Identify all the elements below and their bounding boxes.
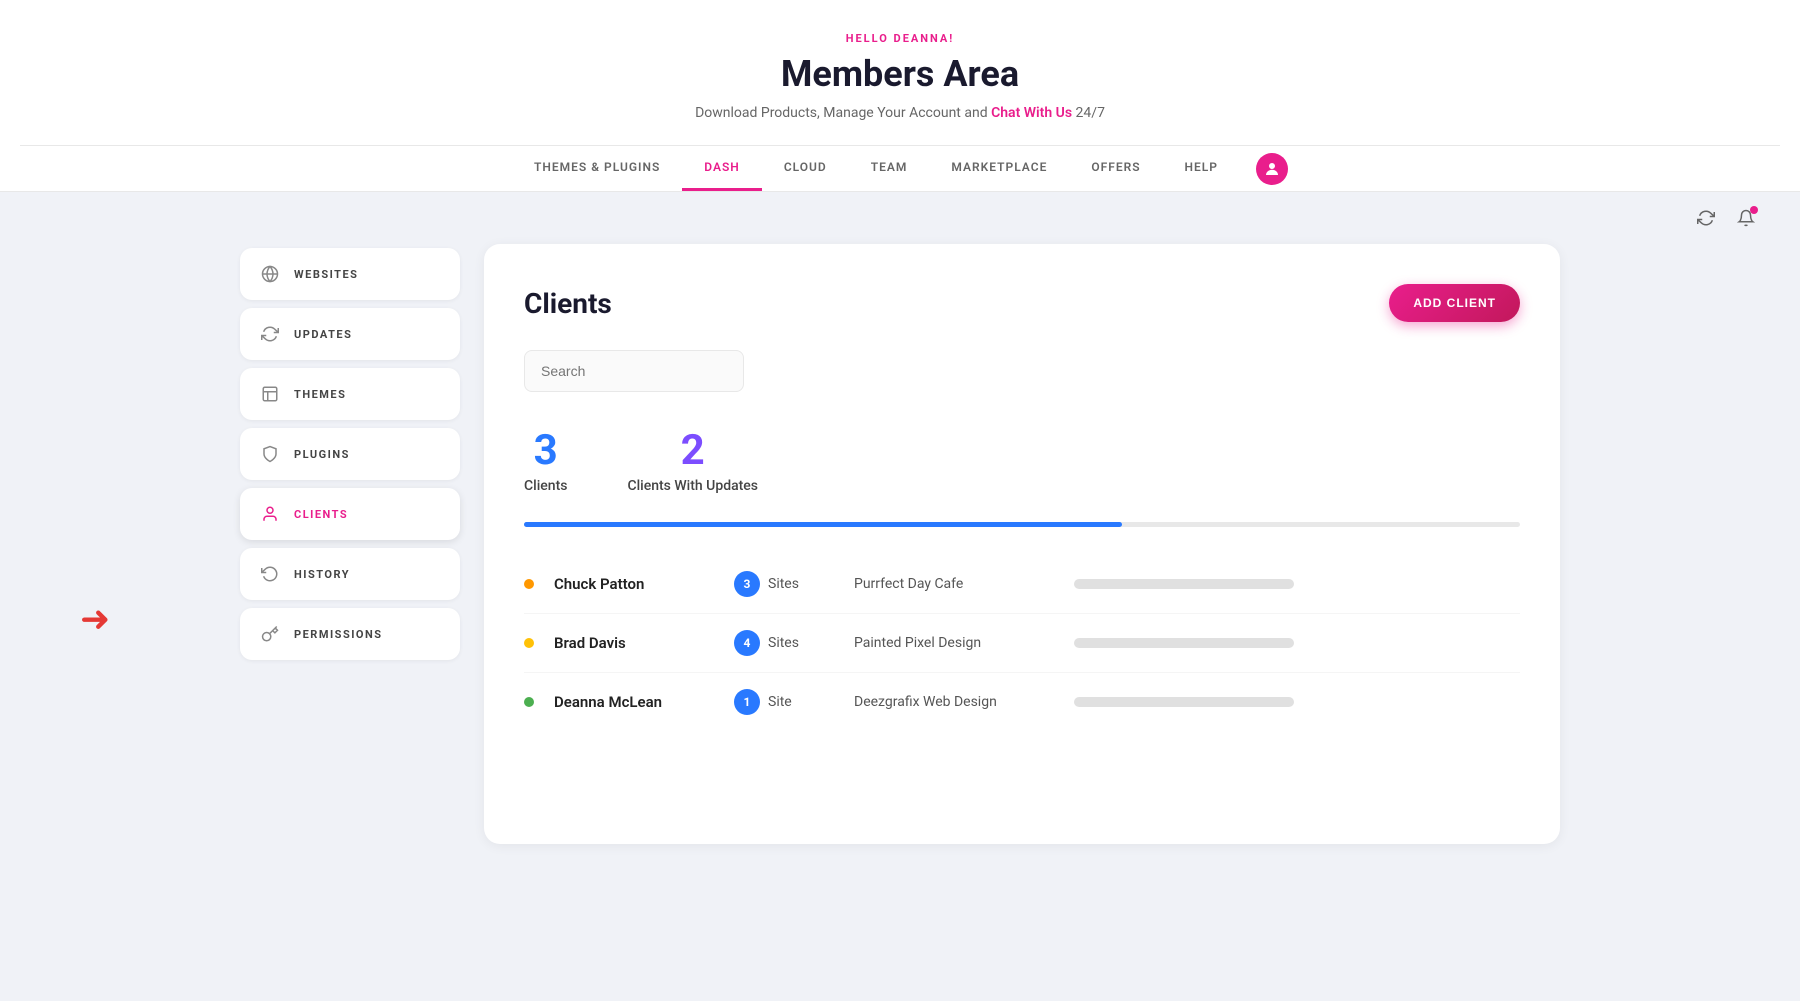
sites-badge: 3 Sites: [734, 571, 834, 597]
status-dot: [524, 579, 534, 589]
avatar[interactable]: [1256, 153, 1288, 185]
refresh-icon: [260, 324, 280, 344]
history-icon: [260, 564, 280, 584]
sidebar-item-updates[interactable]: UPDATES: [240, 308, 460, 360]
table-row[interactable]: Deanna McLean 1 Site Deezgrafix Web Desi…: [524, 673, 1520, 731]
sites-label: Sites: [768, 635, 799, 651]
user-icon: [260, 504, 280, 524]
table-row[interactable]: Chuck Patton 3 Sites Purrfect Day Cafe: [524, 555, 1520, 614]
chat-link[interactable]: Chat With Us: [991, 105, 1072, 121]
sidebar-item-clients[interactable]: CLIENTS: [240, 488, 460, 540]
clients-count: 3: [524, 428, 567, 474]
progress-bar-container: [524, 522, 1520, 527]
tab-themes-plugins[interactable]: THEMES & PLUGINS: [512, 146, 682, 191]
content-header: Clients ADD CLIENT: [524, 284, 1520, 322]
sidebar-item-label: THEMES: [294, 388, 346, 401]
layout-icon: [260, 384, 280, 404]
search-input[interactable]: [524, 350, 744, 392]
clients-label: Clients: [524, 478, 567, 494]
greeting: HELLO DEANNA!: [20, 32, 1780, 45]
client-redacted: [1074, 697, 1294, 707]
stat-clients-updates: 2 Clients With Updates: [627, 428, 758, 494]
header: HELLO DEANNA! Members Area Download Prod…: [0, 0, 1800, 192]
page-title: Members Area: [20, 53, 1780, 95]
tab-help[interactable]: HELP: [1163, 146, 1240, 191]
content-area: Clients ADD CLIENT 3 Clients 2 Clients W…: [484, 244, 1560, 844]
toolbar: [0, 192, 1800, 244]
stats-row: 3 Clients 2 Clients With Updates: [524, 428, 1520, 494]
progress-bar-fill: [524, 522, 1122, 527]
client-name: Deanna McLean: [554, 693, 714, 711]
sidebar-item-label: CLIENTS: [294, 508, 348, 521]
subtitle: Download Products, Manage Your Account a…: [20, 105, 1780, 121]
client-redacted: [1074, 579, 1294, 589]
sites-count: 3: [734, 571, 760, 597]
sidebar: WEBSITES UPDATES THEMES PLUGINS CLIENTS: [240, 244, 460, 844]
nav-tabs: THEMES & PLUGINS DASH CLOUD TEAM MARKETP…: [20, 145, 1780, 191]
sidebar-item-themes[interactable]: THEMES: [240, 368, 460, 420]
sidebar-item-history[interactable]: HISTORY: [240, 548, 460, 600]
tab-dash[interactable]: DASH: [682, 146, 762, 191]
sidebar-item-plugins[interactable]: PLUGINS: [240, 428, 460, 480]
main-layout: WEBSITES UPDATES THEMES PLUGINS CLIENTS: [200, 244, 1600, 884]
sites-badge: 1 Site: [734, 689, 834, 715]
key-icon: [260, 624, 280, 644]
tab-cloud[interactable]: CLOUD: [762, 146, 849, 191]
client-name: Chuck Patton: [554, 575, 714, 593]
sites-badge: 4 Sites: [734, 630, 834, 656]
notification-dot: [1750, 206, 1758, 214]
clients-updates-label: Clients With Updates: [627, 478, 758, 494]
tab-offers[interactable]: OFFERS: [1069, 146, 1162, 191]
clients-updates-count: 2: [627, 428, 758, 474]
status-dot: [524, 697, 534, 707]
sites-count: 1: [734, 689, 760, 715]
client-redacted: [1074, 638, 1294, 648]
shield-icon: [260, 444, 280, 464]
tab-marketplace[interactable]: MARKETPLACE: [929, 146, 1069, 191]
sidebar-item-permissions[interactable]: PERMISSIONS: [240, 608, 460, 660]
globe-icon: [260, 264, 280, 284]
sidebar-item-label: WEBSITES: [294, 268, 358, 281]
stat-clients: 3 Clients: [524, 428, 567, 494]
refresh-icon[interactable]: [1692, 204, 1720, 232]
add-client-button[interactable]: ADD CLIENT: [1389, 284, 1520, 322]
sites-label: Site: [768, 694, 792, 710]
sidebar-item-websites[interactable]: WEBSITES: [240, 248, 460, 300]
tab-team[interactable]: TEAM: [849, 146, 930, 191]
sites-count: 4: [734, 630, 760, 656]
content-title: Clients: [524, 287, 612, 320]
sidebar-item-label: UPDATES: [294, 328, 352, 341]
status-dot: [524, 638, 534, 648]
sidebar-item-label: PERMISSIONS: [294, 628, 383, 641]
notification-icon[interactable]: [1732, 204, 1760, 232]
sidebar-item-label: HISTORY: [294, 568, 350, 581]
client-company: Painted Pixel Design: [854, 635, 1054, 651]
client-name: Brad Davis: [554, 634, 714, 652]
sites-label: Sites: [768, 576, 799, 592]
sidebar-item-label: PLUGINS: [294, 448, 350, 461]
arrow-indicator: ➜: [80, 598, 110, 640]
table-row[interactable]: Brad Davis 4 Sites Painted Pixel Design: [524, 614, 1520, 673]
client-company: Purrfect Day Cafe: [854, 576, 1054, 592]
client-company: Deezgrafix Web Design: [854, 694, 1054, 710]
client-list: Chuck Patton 3 Sites Purrfect Day Cafe B…: [524, 555, 1520, 731]
